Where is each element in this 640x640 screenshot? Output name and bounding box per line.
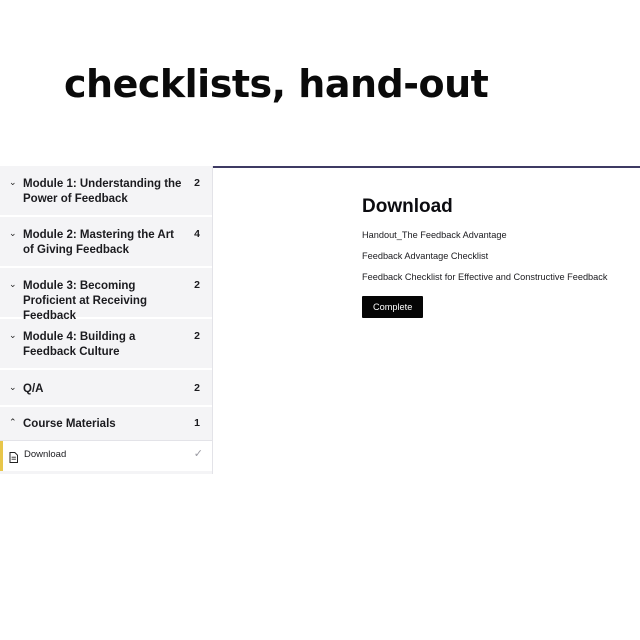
resource-link-handout[interactable]: Handout_The Feedback Advantage [362, 230, 632, 240]
chevron-down-icon: ⌄ [9, 382, 17, 392]
course-sidebar: ⌄ Module 1: Understanding the Power of F… [0, 166, 213, 474]
sidebar-lesson-download[interactable]: Download ✓ [0, 441, 212, 471]
sidebar-module-3[interactable]: ⌄ Module 3: Becoming Proficient at Recei… [0, 268, 212, 322]
sidebar-module-course-materials[interactable]: ⌃ Course Materials 1 [0, 407, 212, 441]
module-title: Course Materials [23, 418, 116, 430]
sidebar-module-2[interactable]: ⌄ Module 2: Mastering the Art of Giving … [0, 217, 212, 268]
lesson-label: Download [24, 449, 67, 460]
module-lesson-count: 1 [194, 417, 200, 429]
document-icon [9, 450, 18, 468]
module-title: Module 4: Building a Feedback Culture [23, 331, 136, 358]
module-title: Module 1: Understanding the Power of Fee… [23, 178, 182, 205]
chevron-down-icon: ⌄ [9, 228, 17, 238]
chevron-up-icon: ⌃ [9, 417, 17, 427]
module-title: Module 3: Becoming Proficient at Receivi… [23, 280, 147, 322]
sidebar-module-1[interactable]: ⌄ Module 1: Understanding the Power of F… [0, 166, 212, 217]
sidebar-module-4[interactable]: ⌄ Module 4: Building a Feedback Culture … [0, 319, 212, 370]
sidebar-module-qa[interactable]: ⌄ Q/A 2 [0, 370, 212, 407]
chevron-down-icon: ⌄ [9, 330, 17, 340]
course-player: ⌄ Module 1: Understanding the Power of F… [0, 166, 640, 474]
module-lesson-count: 2 [194, 177, 200, 189]
top-accent-rule [213, 166, 640, 168]
complete-button[interactable]: Complete [362, 296, 424, 318]
lesson-title: Download [362, 196, 453, 217]
resource-link-feedback-checklist[interactable]: Feedback Checklist for Effective and Con… [362, 272, 632, 282]
checkmark-icon: ✓ [193, 448, 203, 460]
module-title: Module 2: Mastering the Art of Giving Fe… [23, 229, 174, 256]
module-lesson-count: 2 [194, 330, 200, 342]
module-lesson-count: 2 [194, 382, 200, 394]
module-lesson-count: 4 [194, 228, 200, 240]
module-lesson-count: 2 [194, 279, 200, 291]
module-title: Q/A [23, 383, 44, 395]
lesson-content: Download Handout_The Feedback Advantage … [362, 196, 632, 318]
chevron-down-icon: ⌄ [9, 177, 17, 187]
resource-link-checklist[interactable]: Feedback Advantage Checklist [362, 251, 632, 261]
chevron-down-icon: ⌄ [9, 279, 17, 289]
slide-headline: checklists, hand-out [64, 62, 489, 106]
